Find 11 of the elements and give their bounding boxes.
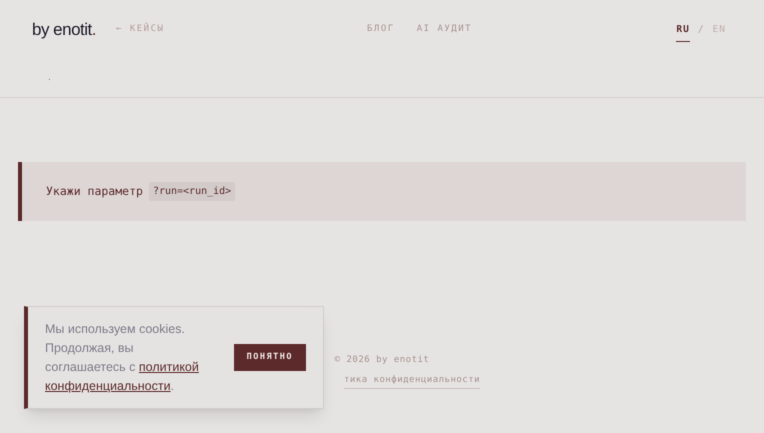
breadcrumb: .: [48, 72, 51, 83]
cookie-message: Мы используем cookies. Продолжая, вы соглашаетесь с политикой конфиденциальности.: [45, 320, 200, 395]
copyright: © 2026 by enotit: [334, 354, 430, 367]
language-tab[interactable]: RU: [676, 22, 690, 42]
privacy-link[interactable]: конфиденциальности: [45, 378, 171, 392]
accept-button[interactable]: ПОНЯТНО: [234, 344, 306, 371]
notice-text: Укажи параметр: [46, 182, 143, 200]
code-snippet: ?run=<run_id>: [148, 182, 236, 201]
separator: /: [698, 22, 705, 37]
privacy-link[interactable]: политикой: [138, 360, 199, 374]
logo[interactable]: by enotit.: [32, 17, 96, 43]
